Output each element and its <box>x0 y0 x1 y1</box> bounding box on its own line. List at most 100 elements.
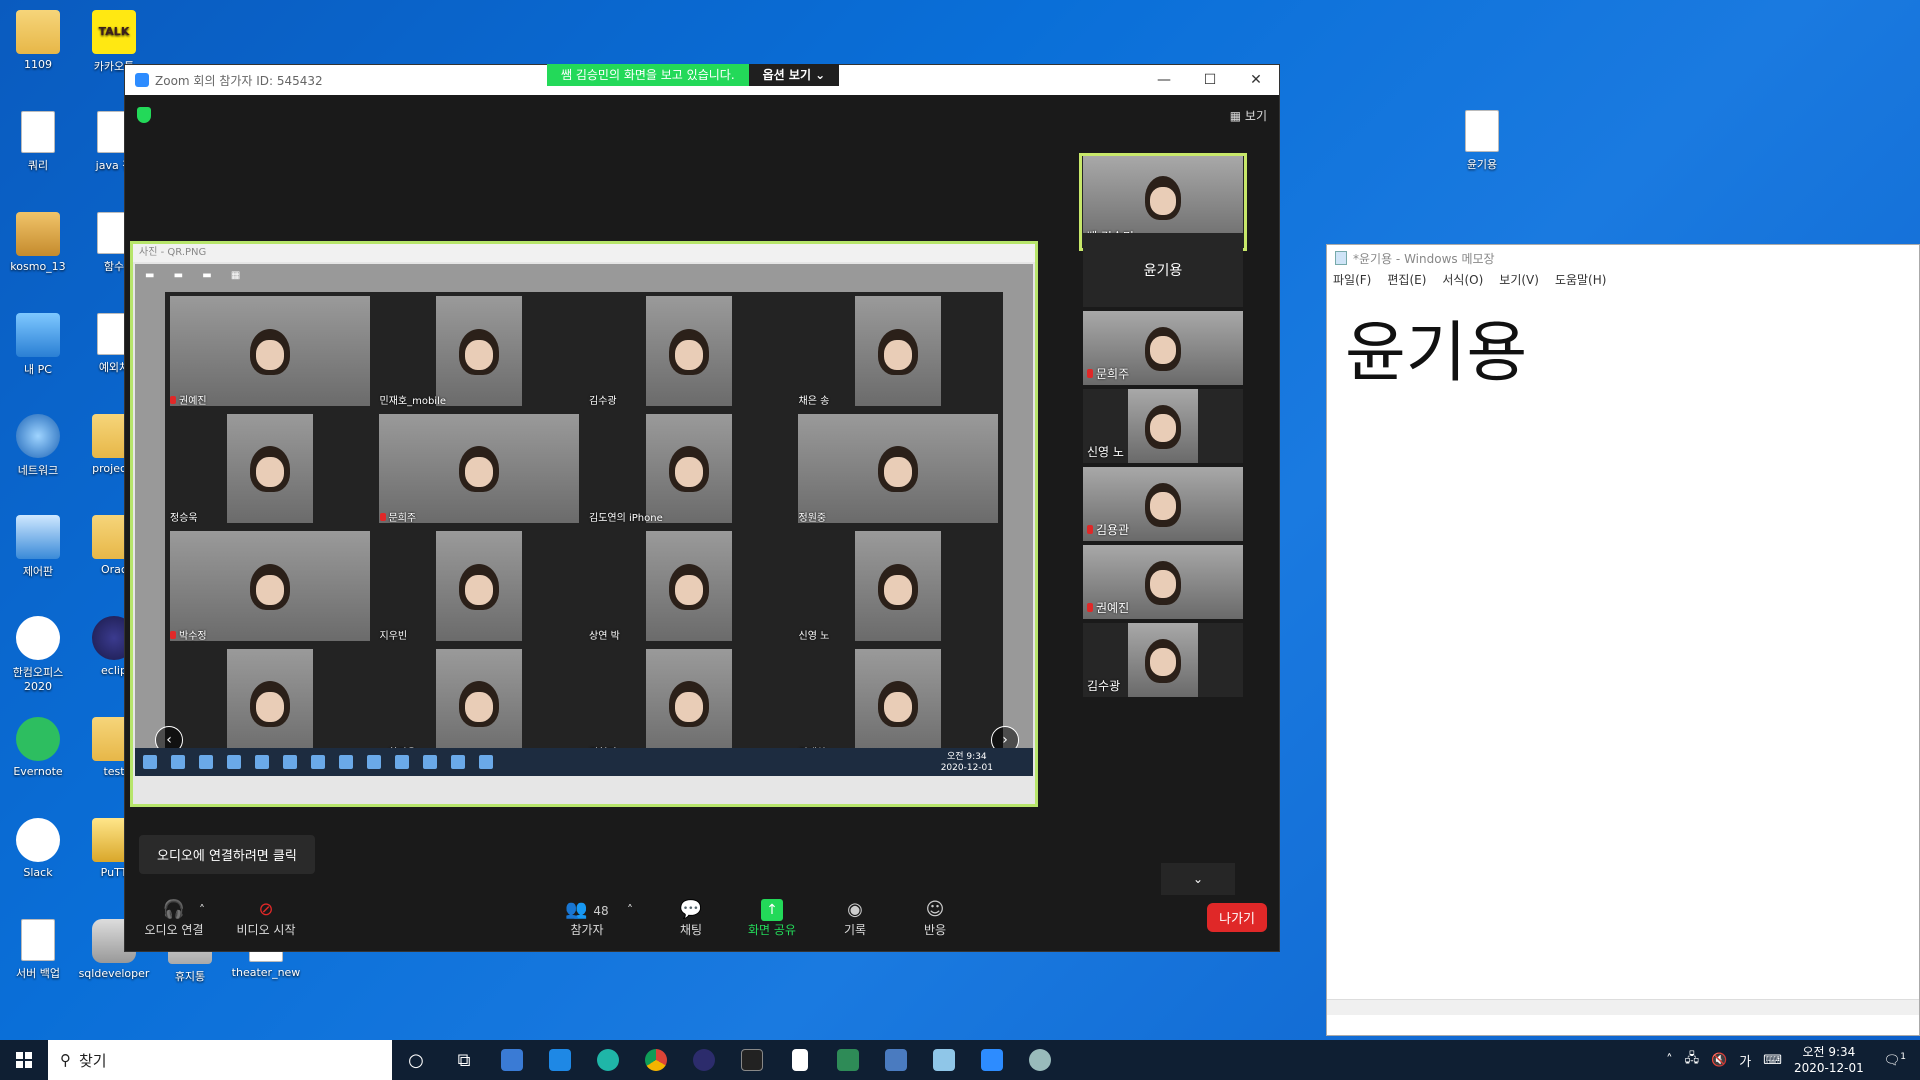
participants-options-caret[interactable]: ˄ <box>623 903 637 917</box>
view-options-button[interactable]: 옵션 보기 ⌄ <box>748 64 840 86</box>
desktop-icon[interactable]: 1109 <box>0 10 76 71</box>
gallery-tile[interactable]: 민재호_mobile <box>374 292 584 410</box>
participant-face <box>884 339 913 370</box>
chat-button[interactable]: 💬 채팅 <box>661 899 721 938</box>
task-view-icon[interactable]: ⧉ <box>440 1040 488 1080</box>
desktop-icon[interactable]: 제어판 <box>0 515 76 579</box>
gallery-tile[interactable]: 김수광 <box>584 292 794 410</box>
share-screen-button[interactable]: ↑ 화면 공유 <box>735 899 809 938</box>
participant-video <box>169 296 370 406</box>
cortana-icon[interactable]: ○ <box>392 1040 440 1080</box>
notepad-taskbar-icon[interactable] <box>920 1040 968 1080</box>
notepad-menubar: 파일(F) 편집(E) 서식(O) 보기(V) 도움말(H) <box>1327 271 1919 291</box>
notepad-editor[interactable]: 윤기용 <box>1327 291 1919 403</box>
participants-count: 48 <box>593 904 609 918</box>
desktop-icon[interactable]: Evernote <box>0 717 76 778</box>
desktop-icon-label: 내 PC <box>24 363 52 376</box>
desktop-icon[interactable]: 내 PC <box>0 313 76 377</box>
taskbar-search[interactable]: ⚲ 찾기 <box>48 1040 392 1080</box>
gallery-tile[interactable]: 상연 박 <box>584 527 794 645</box>
gallery-tile[interactable]: 정원중 <box>793 409 1003 527</box>
volume-muted-icon[interactable]: 🔇 <box>1711 1053 1727 1068</box>
gallery-tile[interactable]: 신영 노 <box>793 527 1003 645</box>
zoom-taskbar-icon[interactable] <box>968 1040 1016 1080</box>
reactions-button[interactable]: ☺ 반응 <box>905 899 965 938</box>
inner-notepad-icon <box>339 755 353 769</box>
desktop-icon[interactable]: 서버 백업 <box>0 919 76 981</box>
strip-participant-tile[interactable]: 김수광 <box>1083 623 1243 697</box>
settings-app-icon[interactable] <box>1016 1040 1064 1080</box>
participant-video <box>436 648 523 758</box>
notepad-menu-item[interactable]: 파일(F) <box>1333 271 1371 291</box>
gallery-tile[interactable]: 김태양 <box>793 644 1003 762</box>
audio-options-caret[interactable]: ˄ <box>195 903 209 917</box>
view-button[interactable]: ▦ 보기 <box>1230 107 1267 124</box>
gallery-tile[interactable]: 김도연의 iPhone <box>584 409 794 527</box>
gallery-tile[interactable]: 문희주 <box>374 409 584 527</box>
gallery-tile[interactable]: 한광웅 <box>374 644 584 762</box>
strip-participant-tile[interactable]: 김용관 <box>1083 467 1243 541</box>
strip-participant-tile[interactable]: 윤기용 <box>1083 233 1243 307</box>
gallery-tile[interactable]: 지우빈 <box>374 527 584 645</box>
store-icon[interactable] <box>488 1040 536 1080</box>
share-banner-text: 쌤 김승민의 화면을 보고 있습니다. <box>547 64 749 86</box>
mail-icon[interactable] <box>536 1040 584 1080</box>
inner-photos-icon <box>479 755 493 769</box>
eclipse-icon[interactable] <box>680 1040 728 1080</box>
desktop-icon[interactable]: 한컴오피스 2020 <box>0 616 76 693</box>
inner-settings-icon <box>451 755 465 769</box>
inner-folder-icon <box>227 755 241 769</box>
gallery-tile[interactable]: 권예진 <box>165 292 375 410</box>
notepad-menu-item[interactable]: 보기(V) <box>1499 271 1539 291</box>
participants-button[interactable]: 👥 48 참가자 <box>557 899 617 938</box>
strip-participant-tile[interactable]: 신영 노 <box>1083 389 1243 463</box>
strip-participant-tile[interactable]: 문희주 <box>1083 311 1243 385</box>
notepad-menu-item[interactable]: 도움말(H) <box>1555 271 1607 291</box>
inner-zoom-icon <box>423 755 437 769</box>
gallery-tile[interactable]: Phone <box>165 644 375 762</box>
encryption-shield-icon[interactable] <box>137 107 151 123</box>
start-button[interactable] <box>0 1040 48 1080</box>
spreadsheet-icon[interactable] <box>824 1040 872 1080</box>
desktop-icon-label: 쿼리 <box>27 159 49 172</box>
desktop-icon[interactable]: 네트워크 <box>0 414 76 478</box>
desktop-icon[interactable]: 쿼리 <box>0 111 76 173</box>
photo-viewer: ▬ ▬ ▬ ▦ 권예진 민재호_mobile 김수광 채은 송 정승욱 문희주 김도연의 i… <box>135 264 1033 776</box>
taskbar-clock[interactable]: 오전 9:34 2020-12-01 <box>1794 1044 1864 1076</box>
file-icon[interactable] <box>776 1040 824 1080</box>
gallery-tile[interactable]: 채은 송 <box>793 292 1003 410</box>
participant-face <box>465 692 494 723</box>
leave-button[interactable]: 나가기 <box>1207 903 1267 932</box>
strip-participant-tile[interactable]: 권예진 <box>1083 545 1243 619</box>
network-icon[interactable]: 🖧 <box>1685 1049 1700 1071</box>
slack-icon <box>16 818 60 862</box>
tray-expand-icon[interactable]: ˄ <box>1666 1053 1673 1068</box>
participant-name: 김도연의 iPhone <box>589 513 663 524</box>
edge-icon[interactable] <box>584 1040 632 1080</box>
record-button[interactable]: ◉ 기록 <box>825 899 885 938</box>
gallery-tile[interactable]: 김형민 <box>584 644 794 762</box>
notification-icon[interactable]: 🗨1 <box>1884 1052 1906 1068</box>
horizontal-scrollbar[interactable] <box>1327 999 1919 1015</box>
gallery-tile[interactable]: 정승욱 <box>165 409 375 527</box>
strip-participant-video <box>1128 389 1198 463</box>
gallery-tile[interactable]: 박수정 <box>165 527 375 645</box>
desktop-icon[interactable]: kosmo_13 <box>0 212 76 273</box>
chrome-icon[interactable] <box>632 1040 680 1080</box>
keyboard-icon[interactable]: ⌨ <box>1763 1053 1782 1068</box>
file-icon <box>1465 110 1499 152</box>
desktop-icon[interactable]: Slack <box>0 818 76 879</box>
maximize-button[interactable]: ☐ <box>1187 65 1233 95</box>
notepad-menu-item[interactable]: 서식(O) <box>1442 271 1483 291</box>
notepad-titlebar[interactable]: *윤기용 - Windows 메모장 <box>1327 245 1919 271</box>
video-button[interactable]: ⊘ 비디오 시작 <box>225 899 307 938</box>
network-tool-icon[interactable] <box>872 1040 920 1080</box>
ime-indicator[interactable]: 가 <box>1739 1051 1751 1070</box>
close-button[interactable]: ✕ <box>1233 65 1279 95</box>
file-icon <box>21 919 55 961</box>
notepad-menu-item[interactable]: 편집(E) <box>1387 271 1426 291</box>
terminal-icon[interactable] <box>728 1040 776 1080</box>
view-button-label: 보기 <box>1244 109 1267 123</box>
desktop-icon-yungiyong[interactable]: 윤기용 <box>1444 110 1520 172</box>
minimize-button[interactable]: — <box>1141 65 1187 95</box>
